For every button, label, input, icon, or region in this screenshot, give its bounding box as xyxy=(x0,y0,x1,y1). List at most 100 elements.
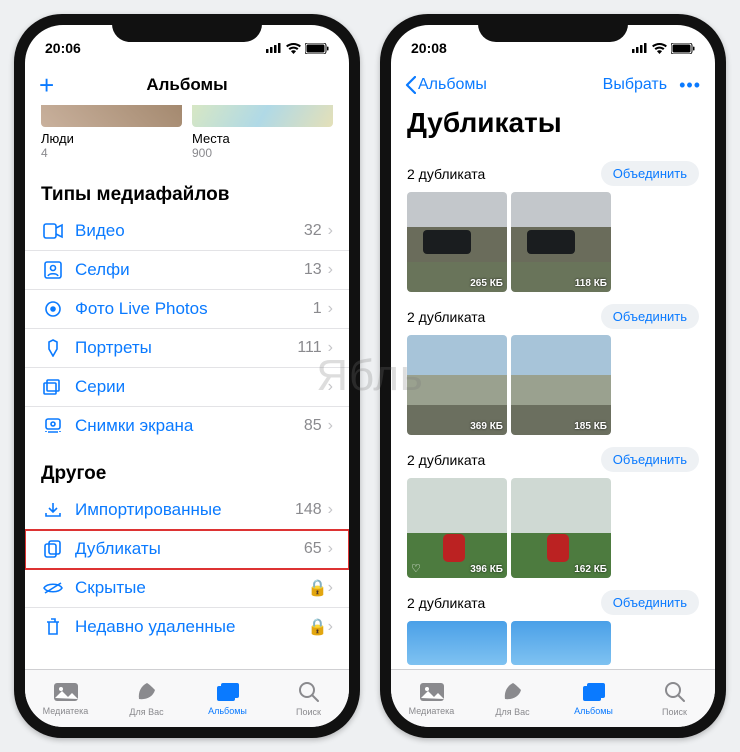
lock-icon: 🔒 xyxy=(308,617,328,637)
chevron-right-icon: › xyxy=(328,222,333,240)
foryou-icon xyxy=(502,681,524,705)
list-row[interactable]: Недавно удаленные 🔒 › xyxy=(25,608,349,646)
group-label: 2 дубликата xyxy=(407,452,485,468)
list-row[interactable]: Серии › xyxy=(25,368,349,407)
more-button[interactable]: ••• xyxy=(679,75,701,96)
row-label: Недавно удаленные xyxy=(75,617,308,637)
row-count: 13 xyxy=(304,261,322,279)
navbar: Альбомы Выбрать ••• xyxy=(391,65,715,105)
duplicate-group: 2 дубликата Объединить 265 КБ 118 КБ xyxy=(391,149,715,292)
chevron-right-icon: › xyxy=(328,261,333,279)
add-button[interactable]: + xyxy=(39,72,54,98)
row-count: 85 xyxy=(304,417,322,435)
album-places[interactable]: Места 900 xyxy=(192,105,333,160)
group-label: 2 дубликата xyxy=(407,595,485,611)
tab-label: Поиск xyxy=(662,707,687,717)
thumbnail[interactable]: 162 КБ xyxy=(511,478,611,578)
tab-label: Медиатека xyxy=(409,706,455,716)
tab-label: Поиск xyxy=(296,707,321,717)
chevron-right-icon: › xyxy=(328,540,333,558)
row-label: Серии xyxy=(75,377,322,397)
other-list: Импортированные 148 › Дубликаты 65 › Скр… xyxy=(25,491,349,646)
battery-icon xyxy=(671,43,695,54)
album-people[interactable]: Люди 4 xyxy=(41,105,182,160)
album-count: 4 xyxy=(41,146,182,160)
album-count: 900 xyxy=(192,146,333,160)
list-row[interactable]: Снимки экрана 85 › xyxy=(25,407,349,445)
wifi-icon xyxy=(652,43,667,54)
albums-icon xyxy=(582,682,606,704)
duplicate-group: 2 дубликата Объединить 369 КБ 185 КБ xyxy=(391,292,715,435)
phone-right: 20:08 Альбомы Выбрать ••• Дубликаты 2 ду… xyxy=(380,14,726,738)
thumbnail[interactable]: 265 КБ xyxy=(407,192,507,292)
chevron-right-icon: › xyxy=(328,378,333,396)
status-time: 20:08 xyxy=(411,40,447,56)
tab-search[interactable]: Поиск xyxy=(268,670,349,727)
select-button[interactable]: Выбрать xyxy=(603,76,667,94)
list-row[interactable]: Селфи 13 › xyxy=(25,251,349,290)
row-label: Селфи xyxy=(75,260,304,280)
wifi-icon xyxy=(286,43,301,54)
favorite-icon: ♡ xyxy=(411,562,421,575)
status-icons xyxy=(632,43,695,54)
thumbnail[interactable] xyxy=(511,621,611,665)
tab-library[interactable]: Медиатека xyxy=(25,670,106,727)
tab-search[interactable]: Поиск xyxy=(634,670,715,727)
tab-foryou[interactable]: Для Вас xyxy=(472,670,553,727)
chevron-right-icon: › xyxy=(328,339,333,357)
list-row[interactable]: Видео 32 › xyxy=(25,212,349,251)
tab-label: Альбомы xyxy=(574,706,613,716)
row-label: Скрытые xyxy=(75,578,308,598)
back-button[interactable]: Альбомы xyxy=(405,76,487,94)
tab-label: Медиатека xyxy=(43,706,89,716)
thumbnail[interactable]: 185 КБ xyxy=(511,335,611,435)
notch xyxy=(478,14,628,42)
file-size: 369 КБ xyxy=(470,421,503,432)
file-size: 185 КБ xyxy=(574,421,607,432)
lock-icon: 🔒 xyxy=(308,578,328,598)
content: Дубликаты 2 дубликата Объединить 265 КБ … xyxy=(391,105,715,669)
search-icon xyxy=(298,681,320,705)
list-row[interactable]: Фото Live Photos 1 › xyxy=(25,290,349,329)
album-label: Места xyxy=(192,131,333,146)
chevron-right-icon: › xyxy=(328,618,333,636)
duplicate-group: 2 дубликата Объединить xyxy=(391,578,715,665)
row-icon xyxy=(41,379,65,395)
thumbnail[interactable]: 118 КБ xyxy=(511,192,611,292)
thumbnail[interactable]: 369 КБ xyxy=(407,335,507,435)
tab-albums[interactable]: Альбомы xyxy=(553,670,634,727)
list-row[interactable]: Портреты 111 › xyxy=(25,329,349,368)
thumbnail[interactable]: ♡ 396 КБ xyxy=(407,478,507,578)
search-icon xyxy=(664,681,686,705)
chevron-right-icon: › xyxy=(328,417,333,435)
chevron-right-icon: › xyxy=(328,501,333,519)
merge-button[interactable]: Объединить xyxy=(601,304,699,329)
group-label: 2 дубликата xyxy=(407,309,485,325)
group-label: 2 дубликата xyxy=(407,166,485,182)
row-count: 111 xyxy=(297,339,321,357)
file-size: 162 КБ xyxy=(574,564,607,575)
status-time: 20:06 xyxy=(45,40,81,56)
tab-label: Альбомы xyxy=(208,706,247,716)
merge-button[interactable]: Объединить xyxy=(601,590,699,615)
page-title: Дубликаты xyxy=(391,105,715,149)
tab-albums[interactable]: Альбомы xyxy=(187,670,268,727)
media-type-list: Видео 32 › Селфи 13 › Фото Live Photos 1… xyxy=(25,212,349,445)
tab-library[interactable]: Медиатека xyxy=(391,670,472,727)
albums-icon xyxy=(216,682,240,704)
row-icon xyxy=(41,540,65,558)
chevron-right-icon: › xyxy=(328,300,333,318)
tab-label: Для Вас xyxy=(129,707,163,717)
thumbnail[interactable] xyxy=(407,621,507,665)
row-label: Снимки экрана xyxy=(75,416,304,436)
status-icons xyxy=(266,43,329,54)
list-row[interactable]: Дубликаты 65 › xyxy=(25,530,349,569)
row-count: 1 xyxy=(313,300,322,318)
phone-left: 20:06 + Альбомы Люди 4 Места xyxy=(14,14,360,738)
merge-button[interactable]: Объединить xyxy=(601,161,699,186)
list-row[interactable]: Импортированные 148 › xyxy=(25,491,349,530)
merge-button[interactable]: Объединить xyxy=(601,447,699,472)
list-row[interactable]: Скрытые 🔒 › xyxy=(25,569,349,608)
tab-foryou[interactable]: Для Вас xyxy=(106,670,187,727)
row-icon xyxy=(41,223,65,239)
